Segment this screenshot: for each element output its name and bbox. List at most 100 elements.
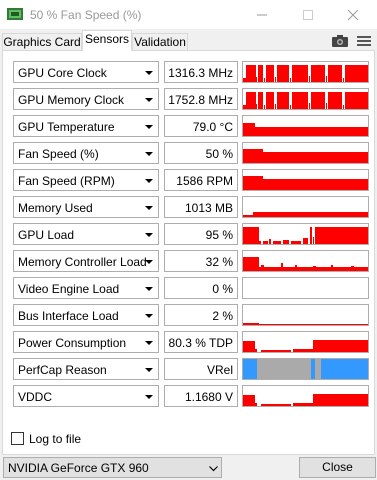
graph-plot [243, 340, 368, 352]
hamburger-menu-icon[interactable] [357, 35, 371, 47]
graph-bar [261, 404, 291, 406]
tab-validation[interactable]: Validation [132, 33, 188, 51]
sensor-name: GPU Memory Clock [18, 93, 125, 107]
camera-icon[interactable] [332, 35, 348, 47]
sensor-value: 80.3 % TDP [168, 336, 233, 350]
sensor-value: VRel [206, 363, 233, 377]
graph-plot [243, 227, 368, 244]
sensor-row: GPU Core Clock 1316.3 MHz [13, 61, 370, 83]
sensor-row: GPU Load 95 % [13, 223, 370, 245]
sensor-value: 1.1680 V [184, 390, 233, 404]
sensor-name: Memory Controller Load [18, 255, 147, 269]
close-button[interactable]: Close [299, 457, 376, 478]
graph-bar [313, 266, 316, 271]
sensor-name-dropdown[interactable]: Memory Controller Load [13, 250, 159, 272]
sensor-value: 95 % [205, 228, 233, 242]
dropdown-arrow-icon [145, 125, 153, 129]
log-to-file-checkbox[interactable] [11, 432, 24, 445]
sensor-name-dropdown[interactable]: PerfCap Reason [13, 358, 159, 380]
sensor-row: Fan Speed (RPM) 1586 RPM [13, 169, 370, 191]
graph-bar [243, 215, 253, 217]
tab-sensors[interactable]: Sensors [82, 30, 132, 51]
graph-bar [291, 241, 301, 244]
graph-bar [246, 92, 256, 109]
dropdown-arrow-icon [145, 341, 153, 345]
graph-bar [293, 349, 313, 352]
close-window-button[interactable] [331, 0, 377, 29]
sensor-name-dropdown[interactable]: Power Consumption [13, 331, 159, 353]
graph-bar [328, 65, 342, 82]
graph-bar [303, 238, 308, 244]
sensor-name: Video Engine Load [18, 282, 120, 296]
gpu-select[interactable]: NVIDIA GeForce GTX 960 [3, 457, 222, 478]
graph-bar [263, 241, 268, 244]
graph-bar [309, 103, 310, 109]
sensor-value-box: 50 % [164, 142, 238, 164]
maximize-button[interactable] [286, 0, 332, 29]
graph-bar [313, 394, 368, 406]
sensor-name-dropdown[interactable]: Bus Interface Load [13, 304, 159, 326]
graph-bar [311, 65, 325, 82]
graph-bar [258, 92, 263, 109]
graph-bar [243, 176, 263, 190]
tab-graphics-card[interactable]: Graphics Card [2, 33, 82, 51]
sensor-value-box: 1586 RPM [164, 169, 238, 191]
sensor-row: Video Engine Load 0 % [13, 277, 370, 299]
sensor-value: 79.0 °C [192, 120, 233, 134]
graph-bar [243, 227, 259, 244]
graph-plot [243, 149, 368, 163]
graph-bar [275, 77, 276, 82]
graph-bar [290, 78, 291, 82]
sensor-name: GPU Core Clock [18, 66, 107, 80]
dropdown-arrow-icon [145, 395, 153, 399]
sensor-name-dropdown[interactable]: Fan Speed (%) [13, 142, 159, 164]
graph-bar [243, 323, 259, 325]
dropdown-arrow-icon [145, 71, 153, 75]
sensor-name: GPU Temperature [18, 120, 115, 134]
graph-bar [277, 65, 289, 82]
graph-bar [343, 105, 344, 109]
sensor-name-dropdown[interactable]: VDDC [13, 385, 159, 407]
sensor-name-dropdown[interactable]: GPU Core Clock [13, 61, 159, 83]
graph-bar [259, 241, 261, 244]
graph-bar [243, 123, 255, 136]
graph-plot [243, 176, 368, 190]
perfcap-segment [243, 359, 257, 379]
graph-bar [311, 92, 325, 109]
graph-bar [293, 403, 313, 406]
sensor-graph [242, 115, 369, 137]
dropdown-arrow-icon [145, 260, 153, 264]
sensor-row: GPU Temperature 79.0 °C [13, 115, 370, 137]
sensors-panel: GPU Core Clock 1316.3 MHz GPU Memory Clock… [2, 50, 375, 455]
graph-bar [283, 240, 289, 244]
sensor-name-dropdown[interactable]: Video Engine Load [13, 277, 159, 299]
graph-bar [243, 149, 263, 163]
graph-bar [266, 65, 274, 82]
minimize-button[interactable] [240, 0, 286, 29]
sensor-row: Memory Used 1013 MB [13, 196, 370, 218]
graph-bar [258, 65, 263, 82]
sensor-name-dropdown[interactable]: GPU Load [13, 223, 159, 245]
sensor-graph [242, 61, 369, 83]
graph-bar [326, 103, 327, 109]
sensor-value: 0 % [212, 282, 233, 296]
sensor-row: Bus Interface Load 2 % [13, 304, 370, 326]
sensor-name-dropdown[interactable]: Memory Used [13, 196, 159, 218]
dropdown-arrow-icon [145, 179, 153, 183]
sensor-name-dropdown[interactable]: Fan Speed (RPM) [13, 169, 159, 191]
dropdown-arrow-icon [145, 206, 153, 210]
sensor-name-dropdown[interactable]: GPU Temperature [13, 115, 159, 137]
graph-bar [290, 105, 291, 109]
log-to-file-label[interactable]: Log to file [29, 432, 81, 446]
graph-bar [253, 212, 368, 217]
graph-plot [243, 323, 368, 325]
graph-bar [328, 92, 342, 109]
sensor-value-box: 0 % [164, 277, 238, 299]
sensor-name: Memory Used [18, 201, 93, 215]
minimize-icon [257, 14, 267, 16]
graph-plot [243, 123, 368, 136]
graph-bar [246, 65, 256, 82]
sensor-graph [242, 142, 369, 164]
graph-bar [256, 104, 257, 109]
sensor-name-dropdown[interactable]: GPU Memory Clock [13, 88, 159, 110]
